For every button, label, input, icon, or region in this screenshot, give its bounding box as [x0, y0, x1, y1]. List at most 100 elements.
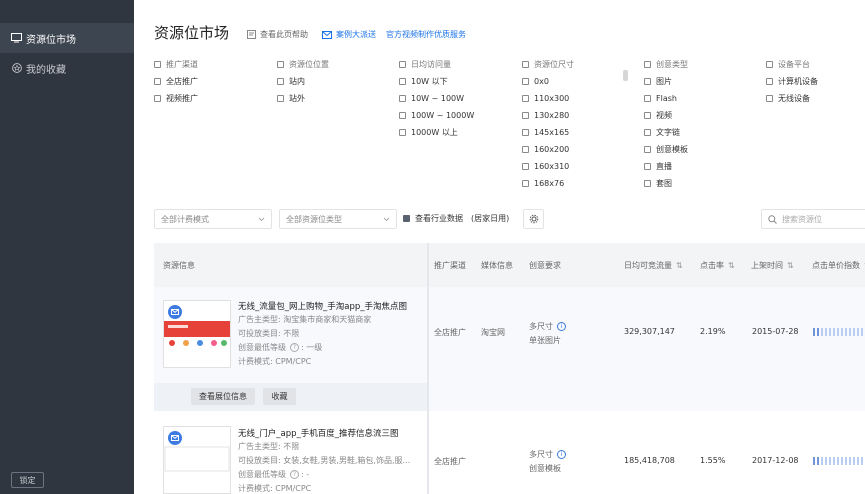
checkbox[interactable]: [154, 95, 161, 102]
checkbox[interactable]: [522, 95, 529, 102]
filter-option[interactable]: 站外: [277, 90, 329, 107]
filter-option[interactable]: 10W 以下: [399, 73, 474, 90]
filter-option[interactable]: 160x200: [522, 141, 574, 158]
channel-cell: 全店推广: [434, 457, 466, 466]
price-index-bar: [833, 328, 835, 336]
checkbox[interactable]: [522, 78, 529, 85]
checkbox[interactable]: [399, 95, 406, 102]
filter-option[interactable]: 直播: [644, 158, 688, 175]
header-date[interactable]: 上架时间 ⇅: [751, 260, 794, 271]
filter-option[interactable]: 145x165: [522, 124, 574, 141]
filter-size: 资源位尺寸 0x0 110x300 130x280 145x165 160x20…: [522, 56, 574, 192]
checkbox[interactable]: [644, 163, 651, 170]
checkbox[interactable]: [644, 112, 651, 119]
help-icon[interactable]: ?: [290, 470, 299, 479]
header-price-index[interactable]: 点击单价指数⇅: [812, 260, 865, 271]
checkbox[interactable]: [277, 95, 284, 102]
info-icon[interactable]: i: [557, 322, 566, 331]
billing-mode-select[interactable]: 全部计费模式: [154, 209, 272, 229]
filter-title[interactable]: 创意类型: [644, 56, 688, 73]
filter-option[interactable]: 站内: [277, 73, 329, 90]
checkbox[interactable]: [644, 95, 651, 102]
checkbox[interactable]: [522, 163, 529, 170]
checkbox[interactable]: [277, 78, 284, 85]
help-link[interactable]: 查看此页帮助: [247, 29, 308, 40]
sidebar-item-favorites[interactable]: 我的收藏: [0, 53, 134, 83]
resource-type-value: 全部资源位类型: [286, 214, 342, 224]
header-traffic[interactable]: 日均可竞流量 ⇅: [624, 260, 683, 271]
sort-icon[interactable]: ⇅: [676, 261, 683, 270]
chevron-down-icon: [258, 215, 265, 224]
filter-option[interactable]: 无线设备: [766, 90, 818, 107]
lock-button[interactable]: 锁定: [11, 472, 44, 488]
filter-option[interactable]: 130x280: [522, 107, 574, 124]
filter-option[interactable]: 160x310: [522, 158, 574, 175]
checkbox[interactable]: [522, 146, 529, 153]
checkbox[interactable]: [522, 129, 529, 136]
checkbox[interactable]: [644, 180, 651, 187]
filter-option[interactable]: 视频: [644, 107, 688, 124]
resource-title[interactable]: 无线_流量包_网上购物_手淘app_手淘焦点图: [238, 300, 407, 312]
info-icon[interactable]: i: [557, 450, 566, 459]
sidebar-item-resource-market[interactable]: 资源位市场: [0, 23, 134, 53]
checkbox[interactable]: [399, 129, 406, 136]
filter-title[interactable]: 推广渠道: [154, 56, 198, 73]
size-list-scrollbar[interactable]: [623, 70, 628, 81]
filter-option[interactable]: 视频推广: [154, 90, 198, 107]
checkbox[interactable]: [644, 129, 651, 136]
checkbox[interactable]: [644, 61, 651, 68]
checkbox[interactable]: [766, 95, 773, 102]
checkbox[interactable]: [154, 61, 161, 68]
filter-option[interactable]: 全店推广: [154, 73, 198, 90]
filter-option[interactable]: 10W ~ 100W: [399, 90, 474, 107]
filter-option[interactable]: Flash: [644, 90, 688, 107]
checkbox[interactable]: [766, 61, 773, 68]
filter-option[interactable]: 创意模板: [644, 141, 688, 158]
resource-title[interactable]: 无线_门户_app_手机百度_推荐信息流三图: [238, 427, 399, 439]
traffic-cell: 329,307,147: [624, 327, 675, 336]
filter-title[interactable]: 资源位位置: [277, 56, 329, 73]
sort-icon[interactable]: ⇅: [787, 261, 794, 270]
filter-title[interactable]: 资源位尺寸: [522, 56, 574, 73]
checkbox[interactable]: [399, 61, 406, 68]
checkbox[interactable]: [522, 112, 529, 119]
price-index-bar: [821, 328, 823, 336]
checkbox-checked[interactable]: [403, 215, 410, 222]
industry-data-toggle[interactable]: 查看行业数据 (居家日用): [403, 213, 509, 224]
settings-button[interactable]: [523, 209, 544, 229]
resource-type-select[interactable]: 全部资源位类型: [279, 209, 397, 229]
video-service-link[interactable]: 官方视频制作优质服务: [386, 29, 466, 40]
filter-option[interactable]: 110x300: [522, 90, 574, 107]
column-divider: [427, 243, 429, 494]
view-placement-button[interactable]: 查看展位信息: [191, 388, 255, 405]
filter-option[interactable]: 图片: [644, 73, 688, 90]
advertiser-type: 广告主类型: 不限: [238, 442, 300, 451]
checkbox[interactable]: [277, 61, 284, 68]
filter-option[interactable]: 套图: [644, 175, 688, 192]
filter-title[interactable]: 设备平台: [766, 56, 818, 73]
checkbox[interactable]: [522, 61, 529, 68]
checkbox[interactable]: [154, 78, 161, 85]
checkbox[interactable]: [644, 146, 651, 153]
checkbox[interactable]: [522, 180, 529, 187]
header-ctr[interactable]: 点击率 ⇅: [700, 260, 735, 271]
collect-button[interactable]: 收藏: [263, 388, 296, 405]
filter-option[interactable]: 168x76: [522, 175, 574, 192]
filter-option[interactable]: 计算机设备: [766, 73, 818, 90]
filter-title[interactable]: 日均访问量: [399, 56, 474, 73]
filter-option[interactable]: 文字链: [644, 124, 688, 141]
search-input[interactable]: 搜索资源位: [761, 209, 865, 229]
help-icon[interactable]: ?: [290, 343, 299, 352]
allowed-categories: 可投放类目: 不限: [238, 329, 300, 338]
checkbox[interactable]: [399, 78, 406, 85]
checkbox[interactable]: [399, 112, 406, 119]
filter-option[interactable]: 0x0: [522, 73, 574, 90]
checkbox[interactable]: [644, 78, 651, 85]
case-link[interactable]: 案例大派送: [322, 29, 376, 40]
sort-icon[interactable]: ⇅: [728, 261, 735, 270]
help-link-label: 查看此页帮助: [260, 30, 308, 39]
advertiser-type: 广告主类型: 淘宝集市商家和天猫商家: [238, 315, 372, 324]
filter-option[interactable]: 100W ~ 1000W: [399, 107, 474, 124]
filter-option[interactable]: 1000W 以上: [399, 124, 474, 141]
checkbox[interactable]: [766, 78, 773, 85]
